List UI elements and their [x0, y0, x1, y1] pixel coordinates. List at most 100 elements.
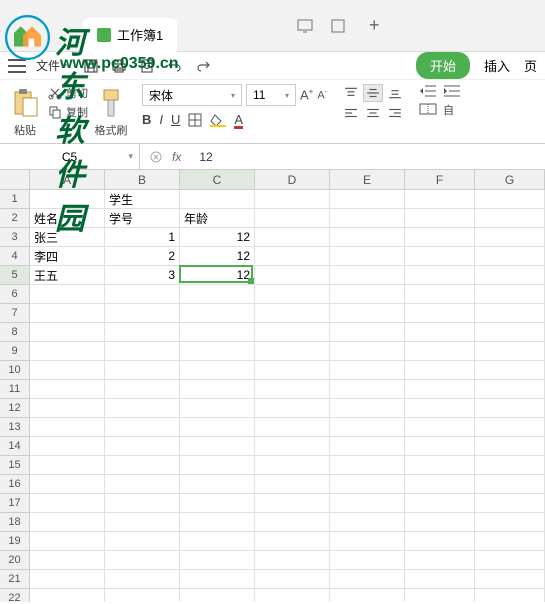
tab-insert[interactable]: 插入 — [484, 56, 510, 75]
cell[interactable] — [180, 437, 255, 456]
row-header[interactable]: 13 — [0, 418, 30, 437]
cell[interactable]: 李四 — [30, 247, 105, 266]
font-size-select[interactable]: 11▾ — [246, 84, 296, 106]
cell[interactable] — [475, 456, 545, 475]
cell[interactable] — [255, 190, 330, 209]
font-name-select[interactable]: 宋体▾ — [142, 84, 242, 106]
row-header[interactable]: 2 — [0, 209, 30, 228]
row-header[interactable]: 12 — [0, 399, 30, 418]
cell[interactable] — [475, 266, 545, 285]
row-header[interactable]: 21 — [0, 570, 30, 589]
cell[interactable] — [30, 323, 105, 342]
cell[interactable]: 12 — [180, 228, 255, 247]
format-painter-button[interactable] — [94, 86, 128, 120]
document-tab[interactable]: 工作簿1 — [83, 18, 177, 52]
border-icon[interactable] — [188, 113, 202, 127]
cells-grid[interactable]: 学生姓名学号年龄张三112李四212王五312 — [30, 190, 545, 602]
align-middle-button[interactable] — [363, 84, 383, 102]
cell[interactable] — [180, 494, 255, 513]
cell[interactable] — [475, 228, 545, 247]
cell[interactable] — [180, 285, 255, 304]
redo-icon[interactable] — [195, 58, 211, 74]
cell[interactable] — [180, 380, 255, 399]
cell[interactable] — [255, 551, 330, 570]
cell[interactable] — [105, 399, 180, 418]
cell[interactable] — [475, 247, 545, 266]
cell[interactable] — [30, 437, 105, 456]
underline-button[interactable]: U — [171, 112, 180, 127]
wrap-text-label[interactable]: 自 — [443, 102, 454, 118]
print-icon[interactable] — [111, 58, 127, 74]
cell[interactable] — [255, 342, 330, 361]
cell[interactable] — [105, 551, 180, 570]
cell[interactable]: 年龄 — [180, 209, 255, 228]
preview-icon[interactable] — [139, 58, 155, 74]
cell[interactable] — [180, 570, 255, 589]
cell[interactable] — [30, 380, 105, 399]
undo-icon[interactable] — [167, 58, 183, 74]
row-header[interactable]: 6 — [0, 285, 30, 304]
cell[interactable] — [330, 342, 405, 361]
cell[interactable] — [105, 589, 180, 602]
merge-icon[interactable] — [419, 102, 437, 116]
cell[interactable] — [475, 494, 545, 513]
cell[interactable] — [30, 551, 105, 570]
select-all-corner[interactable] — [0, 170, 30, 190]
cell[interactable] — [330, 209, 405, 228]
cell[interactable] — [255, 494, 330, 513]
cell[interactable] — [405, 342, 475, 361]
increase-font-icon[interactable]: A+ — [300, 87, 313, 102]
cell[interactable] — [475, 513, 545, 532]
save-icon[interactable] — [83, 58, 99, 74]
cell[interactable] — [105, 475, 180, 494]
cell[interactable] — [30, 304, 105, 323]
cell[interactable] — [330, 570, 405, 589]
row-header[interactable]: 17 — [0, 494, 30, 513]
row-header[interactable]: 22 — [0, 589, 30, 602]
row-header[interactable]: 15 — [0, 456, 30, 475]
screen-icon[interactable] — [297, 19, 313, 33]
italic-button[interactable]: I — [159, 112, 163, 127]
row-header[interactable]: 4 — [0, 247, 30, 266]
cell[interactable] — [180, 361, 255, 380]
cell[interactable] — [255, 532, 330, 551]
cell[interactable] — [330, 418, 405, 437]
cell[interactable] — [475, 532, 545, 551]
cell[interactable] — [30, 532, 105, 551]
cell[interactable] — [180, 304, 255, 323]
cell[interactable] — [30, 342, 105, 361]
cell[interactable] — [105, 437, 180, 456]
col-header[interactable]: C — [180, 170, 255, 190]
cell[interactable] — [180, 475, 255, 494]
cell[interactable] — [475, 380, 545, 399]
cell[interactable] — [475, 437, 545, 456]
cell[interactable] — [405, 551, 475, 570]
cell[interactable] — [255, 285, 330, 304]
cell[interactable] — [105, 570, 180, 589]
align-right-button[interactable] — [385, 104, 405, 122]
cell[interactable] — [330, 247, 405, 266]
cell[interactable] — [105, 323, 180, 342]
cell[interactable] — [255, 437, 330, 456]
copy-button[interactable]: 复制 — [48, 103, 88, 121]
bold-button[interactable]: B — [142, 112, 151, 127]
cell[interactable] — [405, 494, 475, 513]
cell[interactable] — [330, 589, 405, 602]
cell[interactable] — [255, 247, 330, 266]
cell[interactable]: 王五 — [30, 266, 105, 285]
cell[interactable] — [180, 551, 255, 570]
row-header[interactable]: 9 — [0, 342, 30, 361]
file-menu[interactable]: 文件▾ — [36, 57, 67, 74]
cell[interactable]: 姓名 — [30, 209, 105, 228]
cell[interactable] — [405, 475, 475, 494]
cell[interactable] — [255, 209, 330, 228]
cell[interactable] — [330, 399, 405, 418]
row-header[interactable]: 18 — [0, 513, 30, 532]
align-center-button[interactable] — [363, 104, 383, 122]
cell[interactable] — [255, 589, 330, 602]
cell[interactable] — [330, 494, 405, 513]
cell[interactable] — [330, 532, 405, 551]
cell[interactable] — [255, 266, 330, 285]
cell[interactable] — [475, 304, 545, 323]
cell[interactable] — [180, 399, 255, 418]
